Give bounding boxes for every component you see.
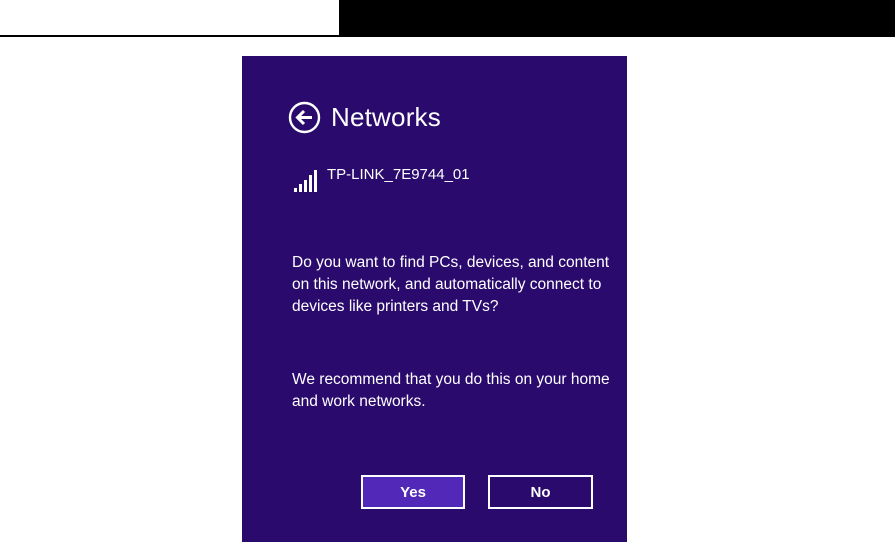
panel-header: Networks <box>288 100 441 134</box>
back-arrow-circle-icon[interactable] <box>288 101 321 134</box>
screen: Networks TP-LINK_7E9744_01 Do you want t… <box>0 0 895 542</box>
panel-title: Networks <box>331 102 441 132</box>
networks-panel: Networks TP-LINK_7E9744_01 Do you want t… <box>242 56 627 542</box>
top-black-bar <box>339 0 895 37</box>
wifi-signal-bars-icon <box>294 170 317 192</box>
discovery-question: Do you want to find PCs, devices, and co… <box>292 254 610 315</box>
yes-button[interactable]: Yes <box>361 475 465 509</box>
recommendation-text: We recommend that you do this on your ho… <box>292 371 610 410</box>
network-name: TP-LINK_7E9744_01 <box>327 166 470 183</box>
top-divider-line <box>0 35 339 37</box>
no-button[interactable]: No <box>488 475 593 509</box>
network-item[interactable]: TP-LINK_7E9744_01 <box>293 166 470 192</box>
